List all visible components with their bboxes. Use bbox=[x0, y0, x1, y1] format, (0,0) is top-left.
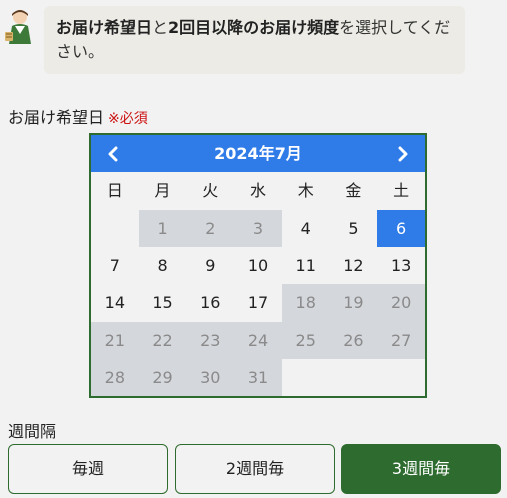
calendar-day: 2 bbox=[186, 210, 235, 248]
calendar-day: 28 bbox=[91, 358, 139, 396]
next-month-button[interactable] bbox=[385, 135, 421, 172]
calendar-day: 23 bbox=[186, 321, 235, 359]
calendar-day: 22 bbox=[138, 321, 187, 359]
date-picker-calendar: 2024年7月 日 月 火 水 木 金 土 1 2 3 4 5 6 7 8 9 10 11 12 13 1… bbox=[89, 133, 427, 398]
calendar-day: 29 bbox=[138, 358, 187, 396]
calendar-day: 26 bbox=[329, 321, 378, 359]
calendar-day: 31 bbox=[234, 358, 282, 396]
weekday-tue: 火 bbox=[202, 181, 219, 200]
required-badge: ※必須 bbox=[108, 111, 148, 127]
instruction-bold-frequency: 2回目以降のお届け頻度 bbox=[168, 18, 340, 37]
calendar-day: 25 bbox=[281, 321, 330, 359]
delivery-date-label-text: お届け希望日 bbox=[8, 108, 105, 127]
weekday-wed: 水 bbox=[249, 181, 266, 200]
instruction-text: と bbox=[152, 18, 169, 37]
calendar-day: 24 bbox=[234, 321, 282, 359]
calendar-empty-cell bbox=[91, 210, 139, 247]
interval-every-week-button[interactable]: 毎週 bbox=[8, 444, 168, 494]
instruction-row: お届け希望日と2回目以降のお届け頻度を選択してください。 bbox=[0, 0, 507, 88]
calendar-day: 21 bbox=[91, 321, 139, 359]
calendar-day[interactable]: 5 bbox=[330, 210, 378, 247]
calendar-day[interactable]: 4 bbox=[282, 210, 330, 247]
calendar-day: 3 bbox=[234, 210, 282, 248]
weekday-sat: 土 bbox=[393, 181, 410, 200]
calendar-day: 27 bbox=[377, 321, 425, 359]
calendar-month-title: 2024年7月 bbox=[214, 144, 302, 163]
calendar-day[interactable]: 8 bbox=[139, 247, 187, 284]
calendar-header: 2024年7月 bbox=[91, 135, 425, 172]
calendar-day: 30 bbox=[186, 358, 235, 396]
calendar-day[interactable]: 16 bbox=[186, 284, 234, 321]
calendar-days-grid: 1 2 3 4 5 6 7 8 9 10 11 12 13 14 15 16 17 18 19 20 21 22 23 24 2… bbox=[91, 210, 425, 396]
calendar-day[interactable]: 14 bbox=[91, 284, 139, 321]
calendar-day: 18 bbox=[281, 284, 330, 322]
calendar-day: 20 bbox=[377, 284, 425, 322]
chevron-right-icon bbox=[398, 146, 408, 161]
delivery-date-label: お届け希望日 ※必須 bbox=[8, 104, 148, 128]
calendar-day[interactable]: 9 bbox=[186, 247, 234, 284]
calendar-day[interactable]: 15 bbox=[139, 284, 187, 321]
calendar-day[interactable]: 11 bbox=[282, 247, 330, 284]
instruction-bold-delivery-date: お届け希望日 bbox=[56, 18, 153, 37]
interval-every-2-weeks-button[interactable]: 2週間毎 bbox=[175, 444, 335, 494]
calendar-day[interactable]: 7 bbox=[91, 247, 139, 284]
weekday-fri: 金 bbox=[345, 181, 362, 200]
weekday-thu: 木 bbox=[297, 181, 314, 200]
mascot-icon bbox=[5, 10, 31, 44]
interval-label: 週間隔 bbox=[8, 422, 57, 441]
calendar-day[interactable]: 12 bbox=[330, 247, 378, 284]
calendar-day: 19 bbox=[329, 284, 378, 322]
calendar-day[interactable]: 17 bbox=[234, 284, 282, 321]
instruction-bubble: お届け希望日と2回目以降のお届け頻度を選択してください。 bbox=[44, 6, 465, 74]
interval-options: 毎週 2週間毎 3週間毎 bbox=[8, 444, 502, 494]
weekday-header-row: 日 月 火 水 木 金 土 bbox=[91, 172, 425, 210]
calendar-day[interactable]: 10 bbox=[234, 247, 282, 284]
calendar-day: 1 bbox=[138, 210, 187, 248]
calendar-day[interactable]: 13 bbox=[377, 247, 425, 284]
weekday-mon: 月 bbox=[154, 181, 171, 200]
interval-every-3-weeks-button[interactable]: 3週間毎 bbox=[341, 444, 501, 494]
weekday-sun: 日 bbox=[106, 181, 123, 200]
calendar-day-selected[interactable]: 6 bbox=[377, 210, 425, 248]
